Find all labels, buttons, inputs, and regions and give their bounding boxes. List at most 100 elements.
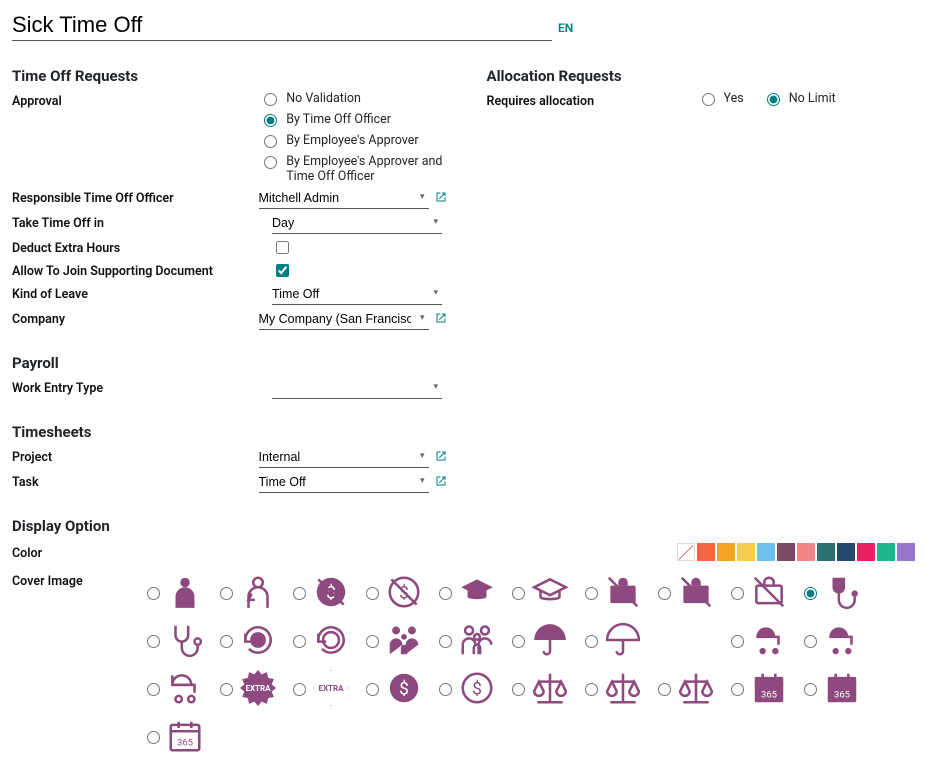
cover-radio-9[interactable] <box>804 587 817 600</box>
scales-outline2-icon[interactable] <box>675 667 717 709</box>
cover-radio-14[interactable] <box>439 635 452 648</box>
cover-radio-21[interactable] <box>220 683 233 696</box>
back-time-fill-icon[interactable] <box>237 619 279 661</box>
approval-radio-0[interactable] <box>264 93 277 106</box>
umbrella-outline-icon[interactable] <box>602 619 644 661</box>
coin-fill-icon[interactable]: $ <box>383 667 425 709</box>
approval-option-0[interactable]: No Validation <box>259 91 446 106</box>
title-input[interactable] <box>12 10 552 41</box>
cover-radio-0[interactable] <box>147 587 160 600</box>
cover-radio-25[interactable] <box>512 683 525 696</box>
cover-radio-2[interactable] <box>293 587 306 600</box>
umbrella-fill-icon[interactable] <box>529 619 571 661</box>
no-dollar-fill-icon[interactable]: $ <box>310 571 352 613</box>
cover-radio-20[interactable] <box>147 683 160 696</box>
color-swatch-10[interactable] <box>877 543 895 561</box>
project-select[interactable] <box>259 447 429 468</box>
cover-radio-28[interactable] <box>731 683 744 696</box>
cover-radio-29[interactable] <box>804 683 817 696</box>
stroller-outline-icon[interactable] <box>164 667 206 709</box>
cover-radio-13[interactable] <box>366 635 379 648</box>
cover-radio-12[interactable] <box>293 635 306 648</box>
alloc-yes-radio[interactable] <box>702 93 715 106</box>
cover-radio-10[interactable] <box>147 635 160 648</box>
task-select[interactable] <box>259 472 429 493</box>
cover-radio-6[interactable] <box>585 587 598 600</box>
color-swatch-2[interactable] <box>717 543 735 561</box>
calendar-outline-icon[interactable]: 365 <box>164 715 206 757</box>
officer-external-link-icon[interactable] <box>435 191 447 207</box>
officer-select[interactable] <box>259 188 429 209</box>
stethoscope-outline-icon[interactable] <box>164 619 206 661</box>
cover-radio-8[interactable] <box>731 587 744 600</box>
alloc-nolimit-radio[interactable] <box>767 93 780 106</box>
no-briefcase-fill-icon[interactable] <box>602 571 644 613</box>
take-in-select[interactable] <box>272 213 442 234</box>
no-dollar-outline-icon[interactable]: $ <box>383 571 425 613</box>
worker-fill-icon[interactable] <box>164 571 206 613</box>
cover-radio-7[interactable] <box>658 587 671 600</box>
calendar-fill2-icon[interactable]: 365 <box>821 667 863 709</box>
cover-radio-5[interactable] <box>512 587 525 600</box>
stroller-fill2-icon[interactable] <box>821 619 863 661</box>
kind-select[interactable] <box>272 284 442 305</box>
cover-radio-15[interactable] <box>512 635 525 648</box>
deduct-checkbox[interactable] <box>276 241 289 254</box>
back-time-outline-icon[interactable] <box>310 619 352 661</box>
no-briefcase-fill2-icon[interactable] <box>675 571 717 613</box>
cover-radio-16[interactable] <box>585 635 598 648</box>
color-swatch-11[interactable] <box>897 543 915 561</box>
approval-option-3[interactable]: By Employee's Approver and Time Off Offi… <box>259 154 446 184</box>
color-swatch-6[interactable] <box>797 543 815 561</box>
graduation-outline-icon[interactable] <box>529 571 571 613</box>
approval-radio-2[interactable] <box>264 135 277 148</box>
project-external-link-icon[interactable] <box>435 450 447 466</box>
color-swatch-4[interactable] <box>757 543 775 561</box>
scales-fill-icon[interactable] <box>529 667 571 709</box>
color-swatch-0[interactable] <box>677 543 695 561</box>
cover-radio-26[interactable] <box>585 683 598 696</box>
approval-radio-3[interactable] <box>264 156 277 169</box>
color-swatch-5[interactable] <box>777 543 795 561</box>
lang-badge[interactable]: EN <box>558 21 573 35</box>
no-briefcase-outline-icon[interactable] <box>748 571 790 613</box>
color-swatch-3[interactable] <box>737 543 755 561</box>
company-external-link-icon[interactable] <box>435 312 447 328</box>
cover-radio-1[interactable] <box>220 587 233 600</box>
extra-fill-icon[interactable]: EXTRA <box>237 667 279 709</box>
work-entry-select[interactable] <box>272 378 442 399</box>
cover-radio-18[interactable] <box>731 635 744 648</box>
cover-radio-19[interactable] <box>804 635 817 648</box>
cover-radio-30[interactable] <box>147 731 160 744</box>
approval-option-2[interactable]: By Employee's Approver <box>259 133 446 148</box>
cover-radio-24[interactable] <box>439 683 452 696</box>
cover-radio-23[interactable] <box>366 683 379 696</box>
cover-radio-27[interactable] <box>658 683 671 696</box>
task-external-link-icon[interactable] <box>435 475 447 491</box>
extra-outline-icon[interactable]: EXTRA <box>310 667 352 709</box>
stroller-fill-icon[interactable] <box>748 619 790 661</box>
stethoscope-fill-icon[interactable] <box>821 571 863 613</box>
cover-radio-3[interactable] <box>366 587 379 600</box>
cover-radio-4[interactable] <box>439 587 452 600</box>
worker-outline-icon[interactable] <box>237 571 279 613</box>
color-swatch-9[interactable] <box>857 543 875 561</box>
color-swatch-1[interactable] <box>697 543 715 561</box>
family-fill-icon[interactable] <box>383 619 425 661</box>
cover-radio-11[interactable] <box>220 635 233 648</box>
alloc-nolimit-option[interactable]: No Limit <box>762 91 836 106</box>
approval-radio-1[interactable] <box>264 114 277 127</box>
color-swatch-7[interactable] <box>817 543 835 561</box>
scales-outline-icon[interactable] <box>602 667 644 709</box>
cover-radio-22[interactable] <box>293 683 306 696</box>
svg-text:365: 365 <box>177 738 193 749</box>
company-select[interactable] <box>259 309 429 330</box>
calendar-fill-icon[interactable]: 365 <box>748 667 790 709</box>
coin-outline-icon[interactable]: $ <box>456 667 498 709</box>
approval-option-1[interactable]: By Time Off Officer <box>259 112 446 127</box>
allow-doc-checkbox[interactable] <box>276 264 289 277</box>
family-outline-icon[interactable] <box>456 619 498 661</box>
graduation-fill-icon[interactable] <box>456 571 498 613</box>
alloc-yes-option[interactable]: Yes <box>697 91 744 106</box>
color-swatch-8[interactable] <box>837 543 855 561</box>
